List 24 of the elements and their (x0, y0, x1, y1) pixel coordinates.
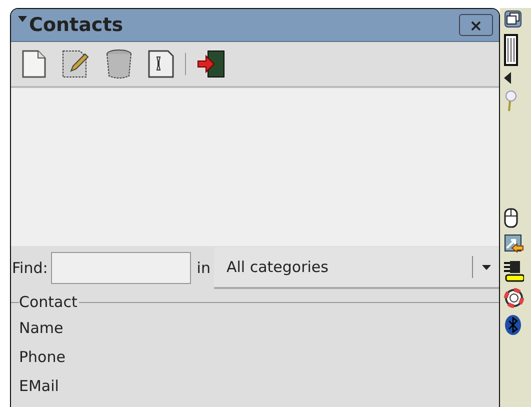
mouse-icon[interactable] (504, 208, 518, 228)
field-label: Name (19, 318, 64, 339)
category-dropdown[interactable]: All categories (214, 247, 499, 289)
new-document-icon[interactable] (21, 49, 47, 79)
sync-arrows-icon[interactable] (504, 234, 524, 254)
find-label: Find: (12, 259, 48, 277)
caret-icon (482, 264, 491, 270)
windows-icon[interactable] (504, 10, 522, 28)
find-field[interactable] (50, 252, 191, 284)
wrench-document-icon[interactable] (147, 49, 175, 79)
window-title: Contacts (29, 14, 124, 36)
left-arrow-icon[interactable] (504, 72, 512, 84)
lifebuoy-icon[interactable] (504, 288, 524, 308)
close-button[interactable]: × (459, 14, 493, 36)
in-label: in (196, 259, 210, 277)
collapse-triangle-icon[interactable] (18, 16, 27, 22)
trash-can-icon[interactable] (105, 49, 133, 79)
edit-icon[interactable] (61, 49, 91, 79)
bluetooth-icon[interactable] (504, 314, 522, 336)
exit-door-icon[interactable] (196, 49, 226, 79)
field-label: EMail (19, 376, 60, 397)
power-plug-icon[interactable] (504, 260, 524, 282)
field-label: Phone (19, 347, 66, 368)
keyboard-icon[interactable] (504, 34, 518, 66)
